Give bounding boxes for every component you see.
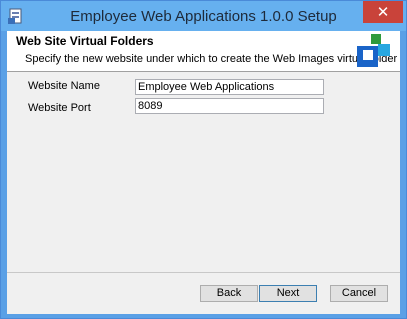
next-button[interactable]: Next bbox=[259, 285, 317, 302]
banner-title: Web Site Virtual Folders bbox=[16, 34, 154, 48]
website-name-label: Website Name bbox=[28, 80, 100, 92]
setup-window: Employee Web Applications 1.0.0 Setup ✕ … bbox=[0, 0, 407, 319]
website-name-input[interactable]: Employee Web Applications bbox=[135, 79, 324, 95]
dialog-body: Web Site Virtual Folders Specify the new… bbox=[7, 31, 400, 314]
close-button[interactable]: ✕ bbox=[363, 1, 403, 23]
back-button[interactable]: Back bbox=[200, 285, 258, 302]
title-bar[interactable]: Employee Web Applications 1.0.0 Setup ✕ bbox=[1, 1, 406, 31]
product-logo-icon bbox=[357, 34, 390, 67]
website-port-label: Website Port bbox=[28, 102, 91, 114]
website-port-input[interactable]: 8089 bbox=[135, 98, 324, 114]
header-banner: Web Site Virtual Folders Specify the new… bbox=[7, 31, 400, 72]
divider bbox=[7, 272, 400, 273]
cancel-button[interactable]: Cancel bbox=[330, 285, 388, 302]
banner-description: Specify the new website under which to c… bbox=[25, 53, 398, 65]
window-title: Employee Web Applications 1.0.0 Setup bbox=[70, 8, 337, 25]
